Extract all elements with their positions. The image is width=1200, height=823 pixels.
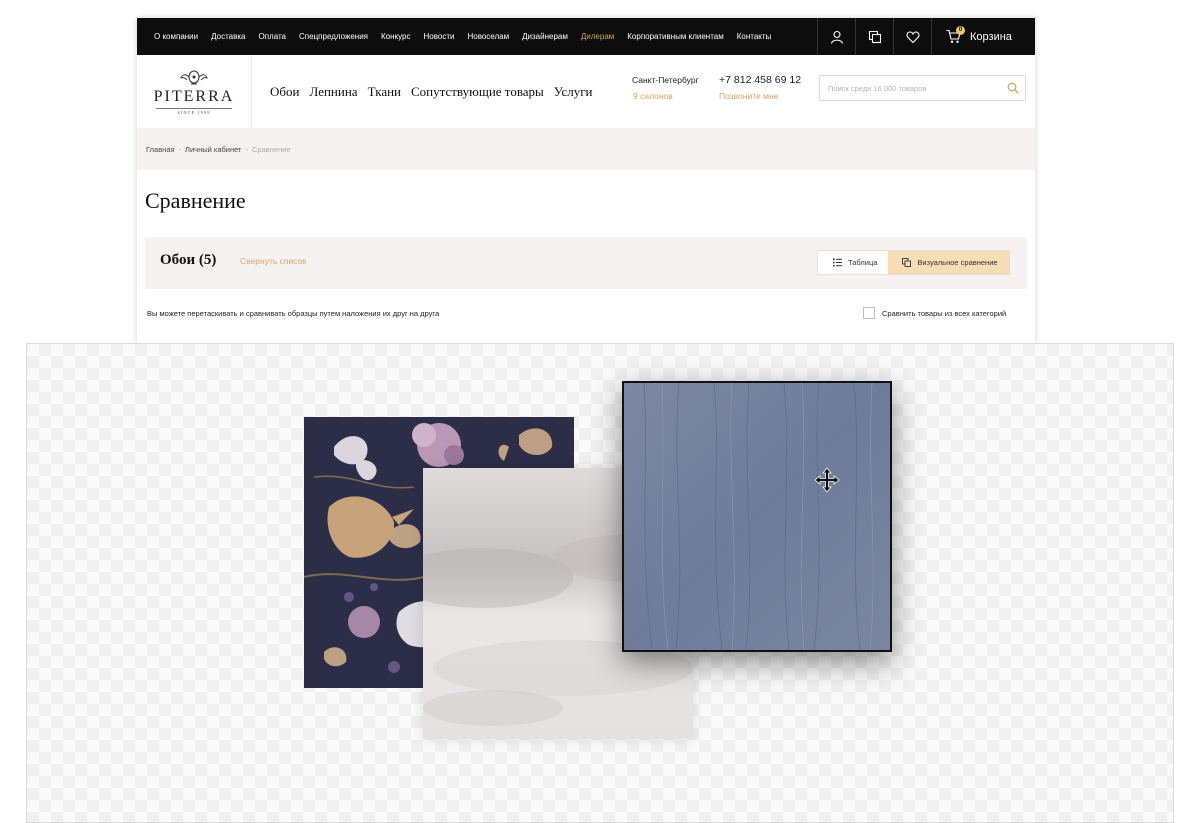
logo-since: SINCE 1998 bbox=[156, 107, 232, 115]
top-nav: О компании Доставка Оплата Спецпредложен… bbox=[154, 18, 771, 55]
search-box bbox=[819, 75, 1026, 101]
site-header: PITERRA SINCE 1998 Обои Лепнина Ткани Со… bbox=[137, 55, 1035, 128]
list-icon bbox=[833, 258, 842, 267]
category-bar: Обои (5) Свернуть список Таблица Визуаль… bbox=[145, 237, 1027, 289]
main-nav: Обои Лепнина Ткани Сопутствующие товары … bbox=[270, 55, 593, 128]
compare-all-checkbox[interactable] bbox=[863, 307, 875, 319]
main-nav-item-related[interactable]: Сопутствующие товары bbox=[411, 84, 544, 100]
favorites-button[interactable] bbox=[893, 18, 931, 55]
breadcrumb-current: Сравнение bbox=[251, 144, 291, 154]
compare-icon bbox=[868, 30, 881, 43]
main-nav-item-fabrics[interactable]: Ткани bbox=[368, 84, 401, 100]
category-title: Обои (5) bbox=[160, 252, 217, 268]
callback-link[interactable]: Позвоните мне bbox=[719, 91, 778, 101]
top-nav-item-dealers[interactable]: Дилерам bbox=[581, 32, 614, 41]
top-nav-item[interactable]: Спецпредложения bbox=[299, 32, 368, 41]
heart-icon bbox=[906, 30, 919, 43]
top-icons: 0 Корзина bbox=[817, 18, 1026, 55]
logo-text: PITERRA bbox=[153, 87, 235, 105]
visual-compare-button[interactable]: Визуальное сравнение bbox=[888, 251, 1009, 274]
compare-all-categories[interactable]: Сравнить товары из всех категорий bbox=[863, 307, 1006, 319]
salons-link[interactable]: 9 салонов bbox=[633, 91, 673, 101]
search-input[interactable] bbox=[828, 80, 998, 96]
main-nav-item-moldings[interactable]: Лепнина bbox=[309, 84, 357, 100]
crest-icon bbox=[180, 70, 208, 84]
drag-hint-text: Вы можете перетаскивать и сравнивать обр… bbox=[147, 309, 440, 318]
city-selector[interactable]: Санкт-Петербург bbox=[632, 75, 699, 85]
comparison-board[interactable] bbox=[26, 343, 1174, 823]
site-window: О компании Доставка Оплата Спецпредложен… bbox=[137, 18, 1035, 344]
top-nav-item[interactable]: Новоселам bbox=[467, 32, 509, 41]
breadcrumb-account[interactable]: Личный кабинет bbox=[185, 145, 241, 154]
breadcrumb-separator: - bbox=[245, 144, 248, 154]
visual-compare-label: Визуальное сравнение bbox=[917, 258, 998, 267]
cart-label: Корзина bbox=[970, 30, 1012, 43]
top-nav-item[interactable]: О компании bbox=[154, 32, 198, 41]
search-icon[interactable] bbox=[1007, 82, 1019, 94]
main-nav-item-wallpaper[interactable]: Обои bbox=[270, 84, 299, 100]
move-cursor-icon bbox=[814, 467, 840, 493]
top-bar: О компании Доставка Оплата Спецпредложен… bbox=[137, 18, 1035, 55]
top-nav-item[interactable]: Новости bbox=[424, 32, 455, 41]
page-title: Сравнение bbox=[145, 188, 246, 213]
top-nav-item[interactable]: Контакты bbox=[737, 32, 772, 41]
table-view-label: Таблица bbox=[848, 258, 878, 267]
breadcrumb-home[interactable]: Главная bbox=[146, 145, 175, 154]
phone-number[interactable]: +7 812 458 69 12 bbox=[719, 74, 801, 86]
breadcrumb: Главная - Личный кабинет - Сравнение bbox=[137, 128, 1035, 170]
table-view-button[interactable]: Таблица bbox=[818, 251, 889, 274]
account-button[interactable] bbox=[817, 18, 855, 55]
main-nav-item-services[interactable]: Услуги bbox=[554, 84, 593, 100]
cart-count-badge: 0 bbox=[956, 26, 965, 35]
view-toggle: Таблица Визуальное сравнение bbox=[817, 250, 1010, 275]
cart-button[interactable]: 0 Корзина bbox=[931, 18, 1026, 55]
breadcrumb-separator: - bbox=[178, 144, 182, 154]
compare-icon bbox=[902, 258, 912, 267]
wallpaper-sample-blue-texture[interactable] bbox=[622, 381, 892, 652]
compare-button[interactable] bbox=[855, 18, 893, 55]
top-nav-item[interactable]: Конкурс bbox=[381, 32, 410, 41]
collapse-list-link[interactable]: Свернуть список bbox=[240, 256, 306, 266]
top-nav-item[interactable]: Дизайнерам bbox=[522, 32, 568, 41]
logo[interactable]: PITERRA SINCE 1998 bbox=[137, 55, 252, 128]
user-icon bbox=[830, 30, 843, 44]
top-nav-item[interactable]: Оплата bbox=[258, 32, 286, 41]
compare-all-label: Сравнить товары из всех категорий bbox=[882, 308, 1007, 318]
top-nav-item[interactable]: Доставка bbox=[211, 32, 245, 41]
top-nav-item[interactable]: Корпоративным клиентам bbox=[627, 32, 723, 41]
